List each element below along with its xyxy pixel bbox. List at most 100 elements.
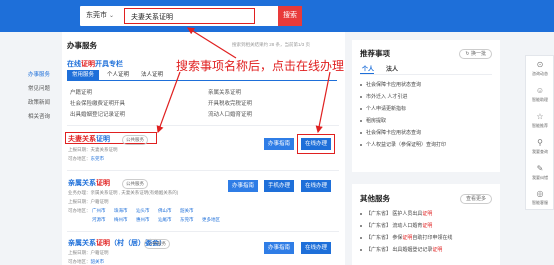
service-link[interactable]: 户籍证明 [70, 88, 92, 96]
area-link[interactable]: 汕头市 [136, 208, 150, 214]
result-title-pre: 亲属关系 [68, 180, 96, 187]
guide-button[interactable]: 办事指南 [264, 138, 294, 150]
toolbar-item-assistant[interactable]: ☺ 智能助理 [526, 84, 554, 108]
other-service-item[interactable]: 【广东省】 参保证明自助打印申领在线 [360, 234, 452, 241]
toolbar-item-service[interactable]: ◎ 智能客服 [526, 187, 554, 211]
area-link[interactable]: 惠州市 [136, 217, 150, 223]
meta-value: 夫妻关系证明 [90, 147, 118, 152]
recommend-item[interactable]: 社会保障卡应用状态查询 [360, 129, 421, 136]
toolbar-item-query[interactable]: ⚲ 我要查询 [526, 136, 554, 160]
person-icon: ☺ [535, 86, 545, 95]
view-more-button[interactable]: 查看更多 [459, 194, 492, 204]
floating-toolbar: ⊙ 咨询动态 ☺ 智能助理 ☆ 智能推荐 ⚲ 我要查询 ✎ 我要纠错 ◎ 智能客服 [525, 55, 554, 210]
result-meta: 上报日期：户籍证明 [68, 199, 109, 205]
recommend-item[interactable]: 个人申请更新指标 [360, 105, 406, 112]
area-link[interactable]: 佛山市 [158, 208, 172, 214]
tab-personal[interactable]: 个人证明 [103, 70, 133, 80]
area-link[interactable]: 韶关市 [91, 259, 105, 264]
result-meta: 可办地区：东莞市 [68, 156, 104, 162]
result-title-highlight: 夫妻关系 [68, 136, 96, 143]
bullet [360, 212, 362, 215]
guide-button[interactable]: 办事指南 [228, 180, 258, 192]
service-link[interactable]: 亲属关系证明 [208, 88, 241, 96]
area-link[interactable]: 河源市 [92, 217, 106, 223]
tab-personal-services[interactable]: 个人 [362, 64, 374, 73]
result-meta: 上报日期：户籍证明 [68, 250, 109, 256]
service-link[interactable]: 开具税收完税证明 [208, 99, 252, 107]
item-text: 【广东省】 流动人口婚育 [366, 223, 423, 229]
search-button[interactable]: 搜索 [278, 6, 302, 26]
toolbar-label: 智能客服 [532, 200, 548, 205]
top-header: 东莞市 ⌄ 夫妻关系证明 搜索 [0, 0, 554, 32]
recommend-item[interactable]: 市外迁入 人才引进 [360, 93, 407, 100]
recommend-panel: 推荐事项 ↻ 换一批 个人 法人 社会保障卡应用状态查询 市外迁入 人才引进 个… [352, 40, 500, 172]
recommend-item[interactable]: 社会保障卡应用状态查询 [360, 81, 421, 88]
left-nav: 办事服务 常见问题 政策新闻 相关咨询 [0, 32, 62, 265]
page: 东莞市 ⌄ 夫妻关系证明 搜索 办事服务 常见问题 政策新闻 相关咨询 办事服务 … [0, 0, 554, 265]
toolbar-item-recommend[interactable]: ☆ 智能推荐 [526, 110, 554, 134]
area-link[interactable]: 东莞市 [180, 217, 194, 223]
result-title-highlight: 证明 [96, 240, 110, 247]
area-link[interactable]: 梅州市 [114, 217, 128, 223]
tab-common[interactable]: 常用服务 [67, 70, 99, 80]
area-link[interactable]: 广州市 [92, 208, 106, 214]
item-highlight: 证明 [422, 223, 433, 229]
other-service-item[interactable]: 【广东省】 流动人口婚育证明 [360, 222, 432, 229]
item-highlight: 证明 [402, 235, 413, 241]
nav-item-consult[interactable]: 相关咨询 [28, 112, 50, 120]
result-meta: 业务办理：亲属关系证明 , 夫妻关系证明(有婚姻关系的) [68, 190, 178, 196]
bullet [360, 248, 362, 251]
other-service-item[interactable]: 【广东省】 医护人员出具证明 [360, 210, 432, 217]
more-areas-link[interactable]: 更多地区 [202, 217, 220, 223]
refresh-button[interactable]: ↻ 换一批 [459, 49, 492, 59]
nav-item-news[interactable]: 政策新闻 [28, 98, 50, 106]
result-title[interactable]: 亲属关系证明 [68, 178, 110, 188]
recommend-item[interactable]: 租房提取 [360, 117, 386, 124]
recommend-item-label: 个人权益记录（参保证明）查询打印 [366, 142, 447, 148]
refresh-label: 换一批 [470, 51, 486, 57]
tab-underline [67, 80, 337, 81]
recommend-item-label: 租房提取 [366, 118, 387, 124]
online-title-post: 开具专栏 [95, 61, 123, 68]
online-column-title: 在线证明开具专栏 [67, 59, 123, 69]
toolbar-item-consult[interactable]: ⊙ 咨询动态 [526, 58, 554, 82]
item-text: 【广东省】 医护人员出具 [366, 211, 423, 217]
toolbar-label: 我要查询 [532, 149, 548, 154]
city-label: 东莞市 [86, 12, 107, 19]
online-handle-button[interactable]: 在线办理 [301, 242, 331, 254]
other-services-panel: 其他服务 查看更多 【广东省】 医护人员出具证明 【广东省】 流动人口婚育证明 … [352, 184, 500, 265]
toolbar-label: 咨询动态 [532, 71, 548, 76]
toolbar-item-feedback[interactable]: ✎ 我要纠错 [526, 162, 554, 186]
item-highlight: 证明 [432, 247, 443, 253]
service-link[interactable]: 出具婚姻登记记录证明 [70, 110, 125, 118]
result-meta: 可办地区： [68, 208, 91, 214]
area-link[interactable]: 汕尾市 [158, 217, 172, 223]
result-count: 搜索到相关结果约 28 条，当前第1/3 页 [232, 42, 311, 47]
result-title[interactable]: 夫妻关系证明 [68, 134, 110, 144]
item-text: 自助打印申领在线 [412, 235, 453, 241]
online-handle-button[interactable]: 在线办理 [301, 138, 331, 150]
mobile-handle-button[interactable]: 手机办理 [264, 180, 294, 192]
area-link[interactable]: 东莞市 [91, 156, 105, 161]
area-link[interactable]: 韶关市 [180, 208, 194, 214]
recommend-item-label: 社会保障卡应用状态查询 [366, 130, 422, 136]
bullet [360, 143, 362, 146]
bullet [360, 236, 362, 239]
service-link[interactable]: 流动人口婚育证明 [208, 110, 252, 118]
tab-legal[interactable]: 法人证明 [137, 70, 167, 80]
city-selector[interactable]: 东莞市 ⌄ [86, 10, 114, 20]
meta-value: 户籍证明 [90, 250, 109, 255]
search-query: 夫妻关系证明 [131, 14, 173, 21]
service-link[interactable]: 社会保险缴费证明开具 [70, 99, 125, 107]
guide-button[interactable]: 办事指南 [264, 242, 294, 254]
tab-legal-services[interactable]: 法人 [386, 64, 398, 73]
nav-item-services[interactable]: 办事服务 [28, 70, 50, 78]
search-input[interactable]: 夫妻关系证明 [124, 8, 255, 24]
recommend-item[interactable]: 个人权益记录（参保证明）查询打印 [360, 141, 446, 148]
nav-item-faq[interactable]: 常见问题 [28, 84, 50, 92]
result-meta: 可办地区：韶关市 [68, 259, 104, 265]
online-handle-button[interactable]: 在线办理 [301, 180, 331, 192]
other-service-item[interactable]: 【广东省】 出具婚姻登记记录证明 [360, 246, 442, 253]
area-link[interactable]: 珠海市 [114, 208, 128, 214]
meta-value: 户籍证明 [90, 199, 109, 204]
